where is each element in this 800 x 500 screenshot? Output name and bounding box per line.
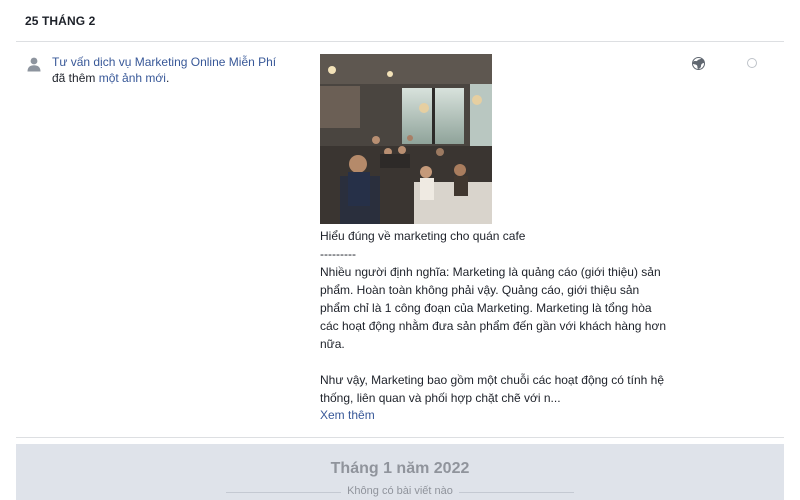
new-photo-link[interactable]: một ảnh mới	[99, 71, 166, 85]
post-text: Hiểu đúng về marketing cho quán cafe ---…	[320, 229, 667, 405]
no-posts-label: Không có bài viết nào	[16, 485, 784, 497]
globe-icon[interactable]	[692, 57, 705, 70]
radio-button-icon[interactable]	[747, 58, 757, 68]
no-posts-text: Không có bài viết nào	[341, 485, 459, 497]
actor-name-link[interactable]: Tư vấn dịch vụ Marketing Online Miễn Phí	[52, 55, 276, 69]
date-header: 25 THÁNG 2	[25, 14, 96, 28]
see-more-link[interactable]: Xem thêm	[320, 407, 375, 424]
activity-description: Tư vấn dịch vụ Marketing Online Miễn Phí…	[52, 54, 292, 86]
action-text: đã thêm	[52, 71, 99, 85]
person-icon	[26, 56, 42, 72]
divider	[16, 437, 784, 438]
activity-log-page: 25 THÁNG 2 Tư vấn dịch vụ Marketing Onli…	[0, 0, 800, 500]
month-title: Tháng 1 năm 2022	[330, 460, 470, 477]
action-suffix: .	[165, 71, 170, 85]
activity-item: Tư vấn dịch vụ Marketing Online Miễn Phí…	[16, 42, 784, 438]
post-content: Hiểu đúng về marketing cho quán cafe ---…	[320, 54, 670, 424]
post-photo[interactable]	[320, 54, 492, 224]
month-section: Tháng 1 năm 2022 Không có bài viết nào	[16, 444, 784, 500]
